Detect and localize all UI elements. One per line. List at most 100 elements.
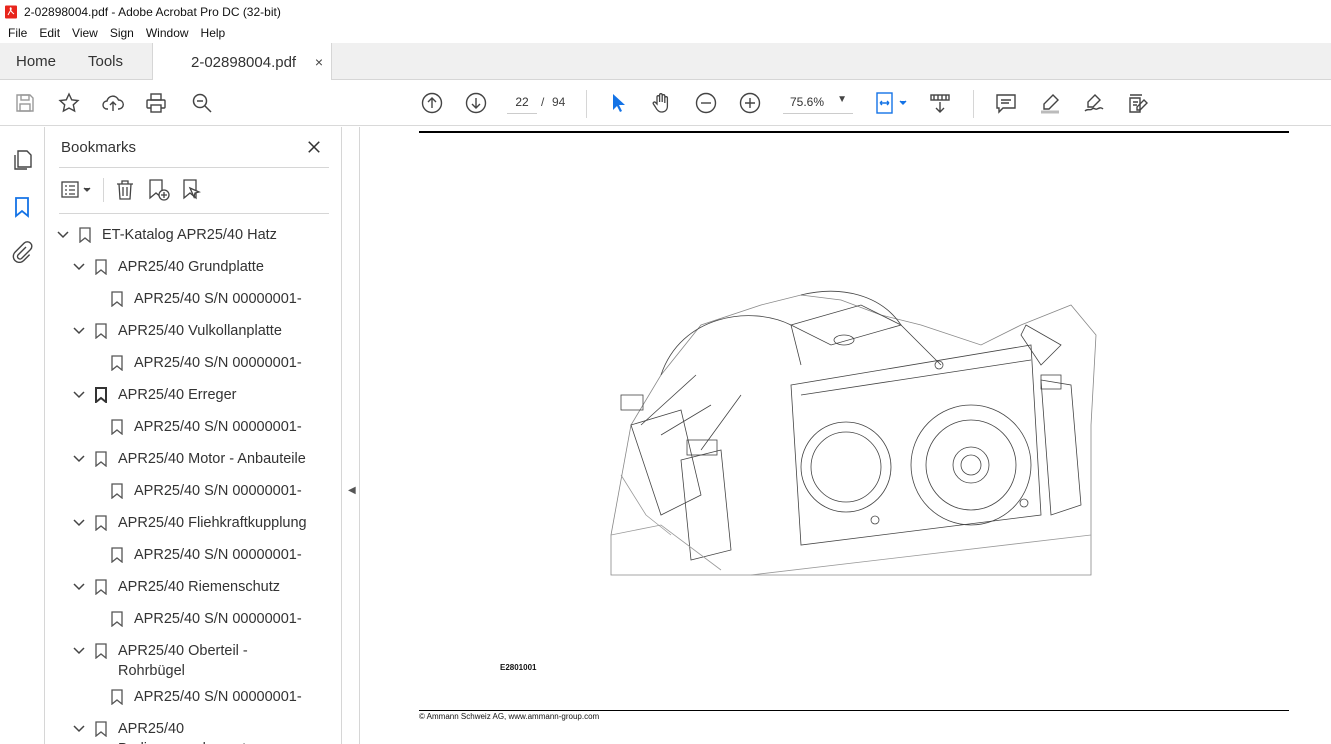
- bookmark-icon: [94, 719, 108, 739]
- options-icon[interactable]: [59, 177, 95, 203]
- bookmark-icon: [110, 609, 124, 629]
- chevron-down-icon[interactable]: [72, 641, 86, 661]
- bookmark-icon: [94, 577, 108, 597]
- page-total: 94: [552, 95, 566, 109]
- upload-icon[interactable]: [101, 91, 125, 115]
- bookmark-item[interactable]: APR25/40 S/N 00000001-: [110, 289, 302, 309]
- previous-page-icon[interactable]: [420, 91, 444, 115]
- close-icon[interactable]: [303, 136, 325, 158]
- chevron-down-icon[interactable]: [72, 577, 86, 597]
- comment-icon[interactable]: [994, 91, 1018, 115]
- chevron-down-icon[interactable]: [72, 321, 86, 341]
- acrobat-pdf-icon: [5, 5, 17, 18]
- select-arrow-icon[interactable]: [606, 91, 630, 115]
- page-rule: [419, 710, 1289, 711]
- chevron-down-icon[interactable]: [72, 257, 86, 277]
- menu-edit[interactable]: Edit: [33, 26, 66, 40]
- bookmark-item[interactable]: APR25/40 Oberteil - Rohrbügel: [72, 641, 268, 681]
- bookmark-item[interactable]: APR25/40 Vulkollanplatte: [72, 321, 282, 341]
- bookmark-icon[interactable]: [10, 195, 34, 219]
- chevron-down-icon[interactable]: [72, 513, 86, 533]
- edit-form-icon[interactable]: [1126, 91, 1150, 115]
- bookmark-search-icon[interactable]: [180, 177, 206, 203]
- menu-view[interactable]: View: [66, 26, 104, 40]
- chevron-down-icon: ▼: [837, 94, 847, 105]
- scroll-mode-icon[interactable]: [928, 91, 952, 115]
- close-tab-icon[interactable]: ×: [315, 54, 323, 70]
- print-icon[interactable]: [144, 91, 168, 115]
- chevron-down-icon[interactable]: [72, 449, 86, 469]
- highlight-icon[interactable]: [1038, 91, 1062, 115]
- page-rule: [419, 131, 1289, 133]
- title-bar: 2-02898004.pdf - Adobe Acrobat Pro DC (3…: [0, 0, 1331, 23]
- page-number-input[interactable]: [507, 90, 537, 114]
- save-icon[interactable]: [13, 91, 37, 115]
- window-title: 2-02898004.pdf - Adobe Acrobat Pro DC (3…: [24, 4, 281, 19]
- bookmark-item[interactable]: APR25/40 Grundplatte: [72, 257, 264, 277]
- fit-page-icon[interactable]: [873, 91, 909, 115]
- bookmark-label: APR25/40 S/N 00000001-: [134, 419, 302, 435]
- bookmark-icon: [110, 545, 124, 565]
- menu-help[interactable]: Help: [195, 26, 232, 40]
- bookmark-item[interactable]: APR25/40 S/N 00000001-: [110, 687, 302, 707]
- pages-icon[interactable]: [10, 148, 34, 172]
- bookmark-item[interactable]: APR25/40 S/N 00000001-: [110, 481, 302, 501]
- bookmark-label: APR25/40 S/N 00000001-: [134, 483, 302, 499]
- tab-tools[interactable]: Tools: [88, 43, 123, 80]
- technical-drawing: [610, 290, 1097, 576]
- bookmark-icon: [110, 481, 124, 501]
- bookmark-label: APR25/40 Riemenschutz: [118, 579, 280, 595]
- bookmark-icon: [110, 417, 124, 437]
- bookmark-item[interactable]: APR25/40 Erreger: [72, 385, 236, 405]
- bookmark-icon: [94, 321, 108, 341]
- bookmark-item[interactable]: APR25/40 S/N 00000001-: [110, 545, 302, 565]
- next-page-icon[interactable]: [464, 91, 488, 115]
- menu-window[interactable]: Window: [140, 26, 195, 40]
- chevron-down-icon[interactable]: [56, 225, 70, 245]
- bookmark-label: APR25/40 Erreger: [118, 387, 237, 403]
- bookmark-label: APR25/40 Oberteil - Rohrbügel: [118, 643, 248, 679]
- delete-icon[interactable]: [112, 177, 138, 203]
- zoom-dropdown[interactable]: 75.6% ▼: [783, 90, 853, 114]
- star-icon[interactable]: [57, 91, 81, 115]
- menu-file[interactable]: File: [2, 26, 33, 40]
- bookmark-item[interactable]: APR25/40 Fliehkraftkupplung: [72, 513, 307, 533]
- bookmarks-panel: Bookmarks ET-Katalog APR25/40 Hatz APR25…: [45, 127, 378, 744]
- panel-splitter[interactable]: ◀: [343, 127, 360, 744]
- zoom-value: 75.6%: [790, 94, 825, 109]
- search-icon[interactable]: [190, 91, 214, 115]
- zoom-out-icon[interactable]: [694, 91, 718, 115]
- bookmark-item[interactable]: APR25/40 S/N 00000001-: [110, 353, 302, 373]
- bookmarks-toolbar: [59, 176, 214, 204]
- bookmark-item[interactable]: APR25/40 S/N 00000001-: [110, 417, 302, 437]
- attachment-icon[interactable]: [10, 240, 34, 264]
- hand-icon[interactable]: [650, 91, 674, 115]
- tab-home[interactable]: Home: [16, 43, 56, 80]
- tab-document[interactable]: 2-02898004.pdf ×: [152, 43, 332, 81]
- bookmark-label: APR25/40 S/N 00000001-: [134, 355, 302, 371]
- bookmark-item[interactable]: APR25/40 Riemenschutz: [72, 577, 280, 597]
- menu-bar: File Edit View Sign Window Help: [0, 23, 1331, 43]
- document-view[interactable]: E2801001 © Ammann Schweiz AG, www.ammann…: [361, 127, 1331, 744]
- bookmark-label: APR25/40 Fliehkraftkupplung: [118, 515, 307, 531]
- bookmark-icon: [110, 289, 124, 309]
- bookmark-icon: [94, 257, 108, 277]
- new-bookmark-icon[interactable]: [146, 177, 172, 203]
- bookmark-item[interactable]: ET-Katalog APR25/40 Hatz: [56, 225, 277, 245]
- bookmark-label: APR25/40 S/N 00000001-: [134, 547, 302, 563]
- bookmark-item[interactable]: APR25/40 Motor - Anbauteile: [72, 449, 306, 469]
- bookmark-label: APR25/40 S/N 00000001-: [134, 689, 302, 705]
- bookmark-label: APR25/40 Motor - Anbauteile: [118, 451, 306, 467]
- sign-icon[interactable]: [1082, 91, 1106, 115]
- bookmark-item[interactable]: APR25/40 S/N 00000001-: [110, 609, 302, 629]
- chevron-down-icon[interactable]: [72, 385, 86, 405]
- collapse-panel-icon[interactable]: ◀: [348, 485, 356, 496]
- divider: [59, 213, 329, 214]
- menu-sign[interactable]: Sign: [104, 26, 140, 40]
- divider: [103, 178, 104, 202]
- divider: [59, 167, 329, 168]
- zoom-in-icon[interactable]: [738, 91, 762, 115]
- bookmark-item[interactable]: APR25/40 Bedienungselemente: [72, 719, 268, 744]
- chevron-down-icon[interactable]: [72, 719, 86, 739]
- bookmark-filled-icon: [94, 385, 108, 405]
